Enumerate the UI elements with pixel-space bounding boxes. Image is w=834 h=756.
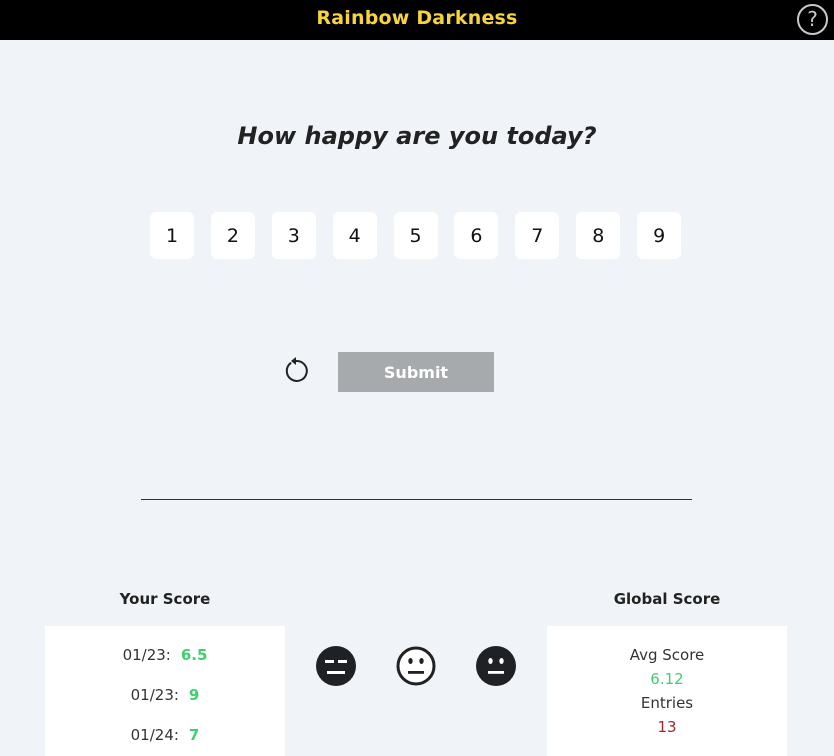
avg-score-value: 6.12 xyxy=(650,670,684,688)
score-value: 6.5 xyxy=(180,646,208,664)
avg-score-label: Avg Score xyxy=(629,646,705,664)
mood-neutral-filled-icon[interactable] xyxy=(476,646,516,686)
rating-button-6[interactable]: 6 xyxy=(454,212,499,259)
score-row: 01/23: 9 xyxy=(45,686,285,704)
app-title: Rainbow Darkness xyxy=(316,7,518,29)
rating-button-4[interactable]: 4 xyxy=(332,212,377,259)
score-date: 01/23: xyxy=(122,646,171,664)
score-value: 9 xyxy=(188,686,200,704)
entries-label: Entries xyxy=(640,694,694,712)
section-divider xyxy=(141,499,692,500)
rating-button-3[interactable]: 3 xyxy=(271,212,316,259)
top-bar: Rainbow Darkness ? xyxy=(0,0,834,40)
rating-button-1[interactable]: 1 xyxy=(150,212,194,259)
score-row: 01/23: 6.5 xyxy=(45,646,285,664)
your-score-heading: Your Score xyxy=(119,590,211,608)
score-date: 01/23: xyxy=(130,686,179,704)
help-button[interactable]: ? xyxy=(797,4,828,35)
rating-button-7[interactable]: 7 xyxy=(515,212,560,259)
global-score-heading: Global Score xyxy=(613,590,721,608)
score-row: 01/24: 7 xyxy=(45,726,285,744)
question-heading: How happy are you today? xyxy=(237,122,597,150)
rating-button-2[interactable]: 2 xyxy=(210,212,255,259)
your-score-panel: 01/23: 6.5 01/23: 9 01/24: 7 xyxy=(45,626,285,756)
global-score-panel: Avg Score 6.12 Entries 13 xyxy=(547,626,787,756)
entries-value: 13 xyxy=(657,718,677,736)
mood-expressionless-icon[interactable] xyxy=(316,646,356,686)
mood-neutral-outline-icon[interactable] xyxy=(396,646,436,686)
rating-button-5[interactable]: 5 xyxy=(393,212,438,259)
score-value: 7 xyxy=(188,726,200,744)
rating-scale: 1 2 3 4 5 6 7 8 9 xyxy=(150,212,698,259)
reset-icon[interactable] xyxy=(281,355,311,385)
rating-button-8[interactable]: 8 xyxy=(576,212,621,259)
score-date: 01/24: xyxy=(130,726,179,744)
submit-button[interactable]: Submit xyxy=(338,352,494,392)
rating-button-9[interactable]: 9 xyxy=(637,212,682,259)
